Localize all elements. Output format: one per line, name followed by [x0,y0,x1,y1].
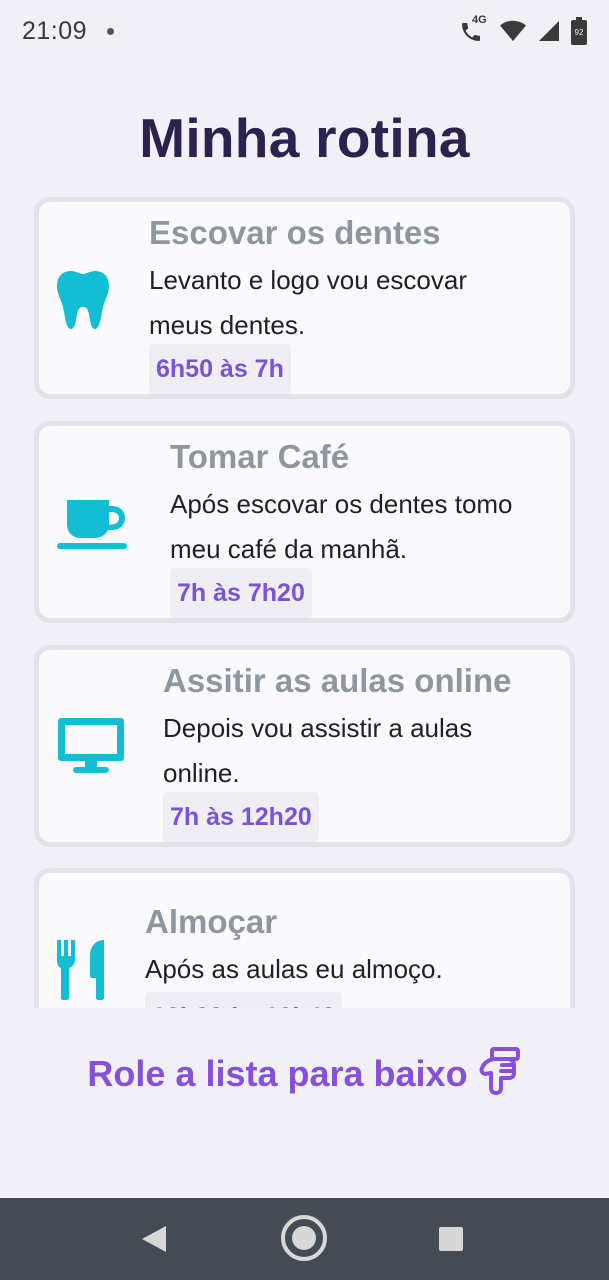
call-icon: 4G [459,14,489,46]
navigation-bar [0,1198,609,1280]
signal-icon [537,19,561,43]
status-icons: 4G 92 [459,14,587,46]
back-triangle-icon [142,1226,166,1252]
tooth-icon [56,269,110,336]
page-title: Minha rotina [139,107,470,169]
monitor-icon [57,716,125,781]
routine-list[interactable]: Escovar os dentes Levanto e logo vou esc… [0,192,609,1008]
back-button[interactable] [140,1224,168,1259]
home-button[interactable] [280,1214,328,1267]
routine-card[interactable]: Escovar os dentes Levanto e logo vou esc… [34,197,575,399]
network-type-label: 4G [472,14,487,26]
card-title: Almoçar [145,903,278,940]
routine-card[interactable]: Almoçar Após as aulas eu almoço. 12h20 à… [34,868,575,1008]
card-title: Escovar os dentes [149,214,441,251]
card-title: Assitir as aulas online [163,662,512,699]
utensils-icon [56,938,108,1005]
card-time-range: 12h20 às 13h40 [145,992,343,1008]
battery-level: 92 [574,28,584,37]
notification-dot [107,27,115,35]
card-time-range: 7h às 12h20 [163,792,319,842]
hand-point-down-icon [478,1046,522,1101]
card-description: Após as aulas eu almoço. [145,954,443,984]
scroll-hint: Role a lista para baixo [0,1046,609,1101]
battery-icon: 92 [571,17,587,45]
home-circle-icon [281,1215,327,1261]
recents-square-icon [439,1227,463,1251]
recents-button[interactable] [438,1226,464,1257]
status-left: 21:09 [22,16,115,46]
status-bar: 21:09 4G 92 [0,0,609,62]
card-description: Após escovar os dentes tomo meu café da … [170,489,513,564]
wifi-icon [499,19,527,43]
card-description: Depois vou assistir a aulas online. [163,713,473,788]
routine-card[interactable]: Tomar Café Após escovar os dentes tomo m… [34,421,575,623]
card-time-range: 6h50 às 7h [149,344,291,394]
routine-card[interactable]: Assitir as aulas online Depois vou assis… [34,645,575,847]
card-title: Tomar Café [170,438,350,475]
card-description: Levanto e logo vou escovar meus dentes. [149,265,467,340]
coffee-cup-icon [57,498,127,555]
status-time: 21:09 [22,16,88,45]
screen: 21:09 4G 92 Minha rotina Escovar os dent… [0,0,609,1280]
scroll-hint-label: Role a lista para baixo [87,1052,468,1094]
card-time-range: 7h às 7h20 [170,568,312,618]
